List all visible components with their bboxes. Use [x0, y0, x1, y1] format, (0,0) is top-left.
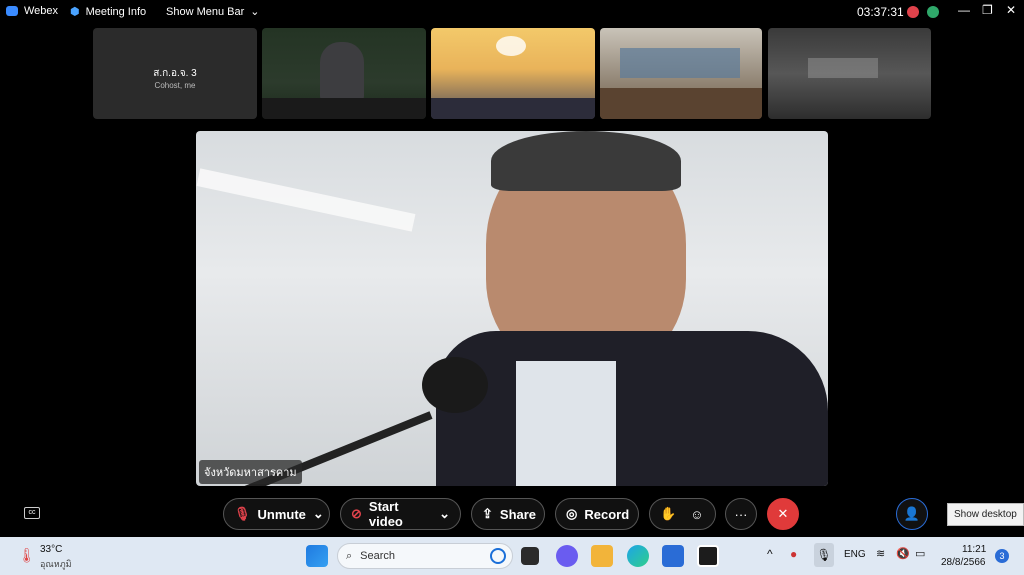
- screen-shape: [620, 48, 740, 78]
- participants-icon: 👤: [903, 506, 921, 521]
- unmute-label: Unmute: [257, 506, 306, 522]
- clock-date[interactable]: 28/8/2566: [941, 557, 986, 568]
- participant-tile-video-1[interactable]: [262, 28, 426, 119]
- participant-tile-video-3[interactable]: [600, 28, 762, 119]
- unmute-button[interactable]: 🎙 Unmute ⌄: [223, 498, 330, 530]
- meeting-info-label: Meeting Info: [85, 5, 147, 18]
- webex-tray-icon[interactable]: ●: [790, 547, 797, 561]
- reaction-icon[interactable]: ☺: [690, 507, 703, 522]
- wifi-icon[interactable]: ≋: [876, 547, 885, 560]
- chevron-down-icon[interactable]: ⌄: [439, 506, 450, 522]
- ceiling-light-shape: [196, 168, 416, 232]
- meeting-timer: 03:37:31: [857, 5, 904, 19]
- windows-start-icon[interactable]: [306, 545, 328, 567]
- chevron-down-icon[interactable]: ⌄: [313, 506, 324, 522]
- room-shape: [808, 58, 878, 78]
- task-view-icon[interactable]: [521, 547, 539, 565]
- record-icon: ◎: [566, 506, 578, 521]
- speaker-hair-shape: [491, 131, 681, 191]
- reactions-group[interactable]: ✋ ☺: [649, 498, 716, 530]
- webex-menu[interactable]: Webex: [6, 5, 58, 17]
- speaker-jacket-shape: [436, 331, 828, 486]
- end-meeting-button[interactable]: ✕: [767, 498, 799, 530]
- search-placeholder: Search: [360, 550, 396, 562]
- video-off-icon: ⊘: [351, 506, 362, 521]
- edge-icon[interactable]: [627, 545, 649, 567]
- microphone-head-shape: [422, 357, 488, 413]
- table-shape: [600, 88, 762, 119]
- share-icon: ⇪: [482, 506, 493, 521]
- speaker-shirt-shape: [516, 361, 616, 486]
- share-label: Share: [499, 506, 537, 522]
- battery-icon[interactable]: ▭: [915, 547, 925, 560]
- chevron-down-icon: ⌄: [250, 6, 260, 18]
- file-explorer-icon[interactable]: [591, 545, 613, 567]
- mic-muted-icon: 🎙: [234, 506, 251, 521]
- desk-shape: [262, 98, 426, 119]
- thermometer-icon: 🌡: [18, 547, 36, 563]
- volume-muted-icon[interactable]: 🔇: [896, 547, 910, 560]
- participant-tile-video-2[interactable]: [431, 28, 595, 119]
- participant-tile-self[interactable]: ส.ก.อ.จ. 3 Cohost, me: [93, 28, 257, 119]
- logo-shape: [496, 36, 526, 56]
- more-icon: ···: [734, 506, 748, 522]
- speaker-name-tag: จังหวัดมหาสารคาม: [199, 460, 302, 484]
- recording-indicator-icon[interactable]: [907, 6, 919, 18]
- record-button[interactable]: ◎ Record: [555, 498, 639, 530]
- start-video-label: Start video: [368, 499, 403, 529]
- window-title-bar: Webex ⬢ Meeting Info Show Menu Bar ⌄ 03:…: [0, 0, 1024, 24]
- clock-time[interactable]: 11:21: [962, 544, 986, 555]
- person-shape: [320, 42, 364, 102]
- participant-tile-video-4[interactable]: [768, 28, 931, 119]
- bing-icon[interactable]: [490, 548, 506, 564]
- shield-icon: ⬢: [70, 6, 80, 18]
- participants-button[interactable]: 👤: [896, 498, 928, 530]
- store-icon[interactable]: [662, 545, 684, 567]
- chat-icon[interactable]: [556, 545, 578, 567]
- windows-taskbar: 🌡 33°C อุณหภูมิ ⌕ Search ^ ● 🎙 ENG ≋ 🔇 ▭…: [0, 537, 1024, 575]
- record-label: Record: [584, 506, 630, 522]
- close-icon[interactable]: ✕: [1006, 3, 1016, 17]
- mic-muted-tray-icon[interactable]: 🎙: [814, 543, 834, 567]
- timer-text: 03:37:31: [857, 5, 904, 19]
- notification-badge[interactable]: 3: [995, 549, 1009, 563]
- show-menu-bar-label: Show Menu Bar: [166, 5, 245, 18]
- webex-logo-icon: [6, 6, 18, 16]
- start-video-button[interactable]: ⊘ Start video ⌄: [340, 498, 461, 530]
- restore-icon[interactable]: ❐: [982, 3, 993, 17]
- participant-role: Cohost, me: [154, 81, 196, 90]
- close-icon: ✕: [777, 506, 789, 521]
- chevron-up-icon[interactable]: ^: [767, 547, 773, 561]
- meeting-info-button[interactable]: ⬢ Meeting Info: [70, 5, 147, 19]
- weather-temp[interactable]: 33°C: [40, 544, 62, 555]
- raise-hand-icon[interactable]: ✋: [660, 506, 676, 522]
- main-video-stage[interactable]: จังหวัดมหาสารคาม: [196, 131, 828, 486]
- language-indicator[interactable]: ENG: [844, 549, 866, 560]
- show-desktop-tooltip: Show desktop: [947, 503, 1024, 526]
- webex-taskbar-icon[interactable]: [697, 545, 719, 567]
- audio-indicator-icon[interactable]: [927, 6, 939, 18]
- more-options-button[interactable]: ···: [725, 498, 757, 530]
- show-menu-bar-button[interactable]: Show Menu Bar ⌄: [166, 5, 260, 19]
- participant-name: ส.ก.อ.จ. 3: [153, 68, 197, 79]
- table-shape: [431, 98, 595, 119]
- search-icon: ⌕: [346, 549, 353, 562]
- captions-icon[interactable]: cc: [24, 507, 40, 519]
- search-box[interactable]: ⌕ Search: [337, 543, 513, 569]
- share-button[interactable]: ⇪ Share: [471, 498, 545, 530]
- weather-label[interactable]: อุณหภูมิ: [40, 557, 72, 571]
- app-name: Webex: [24, 5, 59, 17]
- minimize-icon[interactable]: —: [958, 3, 970, 17]
